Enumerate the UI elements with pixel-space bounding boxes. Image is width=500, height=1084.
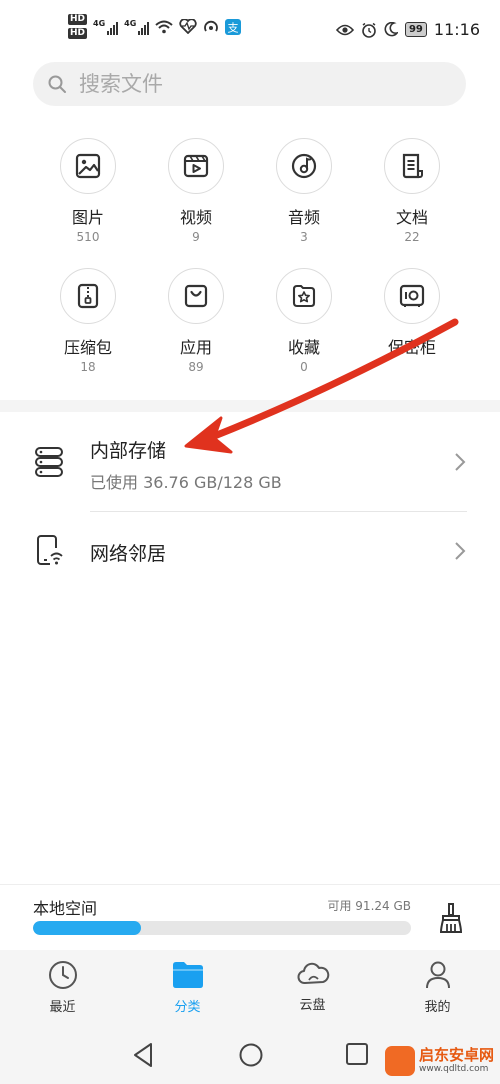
internal-storage-usage: 已使用 36.76 GB/128 GB [90,473,282,492]
watermark-logo-icon [384,1046,415,1076]
category-images[interactable]: 图片 510 [33,138,143,245]
clock-icon [48,961,77,989]
moon-icon [384,22,398,37]
category-name: 视频 [179,208,212,227]
category-archives[interactable]: 压缩包 18 [33,268,143,375]
category-count: 22 [404,230,420,244]
nav-label: 云盘 [299,998,326,1013]
category-apps[interactable]: 应用 89 [141,268,251,375]
image-icon [75,153,101,179]
alarm-icon [362,22,376,38]
network-neighbors-title: 网络邻居 [90,543,167,565]
chevron-right-icon [455,453,466,471]
category-name: 图片 [71,208,104,227]
signal-icon: 4G [93,19,119,35]
phone-wifi-icon [37,535,63,565]
section-divider [0,884,500,885]
archive-icon [77,283,99,309]
hotspot-icon [204,20,219,32]
category-count: 510 [76,230,100,244]
category-documents[interactable]: 文档 22 [357,138,467,245]
category-count: 0 [300,360,308,374]
storage-progress-bar [33,921,411,935]
local-space-free: 可用 91.24 GB [327,899,411,913]
person-icon [425,961,450,989]
alipay-icon: 支 [225,18,242,35]
hd-badge: HD [68,14,88,25]
video-icon [183,154,209,178]
status-left: HD HD 4G 4G 支 [68,14,242,39]
chevron-right-icon [455,542,466,560]
nav-label: 我的 [424,1000,451,1015]
search-bar[interactable] [33,62,466,106]
category-count: 9 [192,230,200,244]
safe-icon [399,284,425,307]
status-bar: HD HD 4G 4G 支 99 11:16 [0,0,500,52]
nav-mine[interactable]: 我的 [375,950,500,1028]
nav-cloud[interactable]: 云盘 [250,950,375,1028]
category-audio[interactable]: 音频 3 [249,138,359,245]
watermark-url: www.qdltd.com [418,1064,489,1074]
bottom-navigation: 最近 分类 云盘 我的 [0,950,500,1028]
wifi-icon [155,20,173,33]
category-count: 18 [80,360,96,374]
category-favorites[interactable]: 收藏 0 [249,268,359,375]
battery-indicator: 99 [404,22,427,37]
app-bag-icon [184,284,208,308]
watermark-title: 启东安卓网 [418,1046,494,1064]
clock-time: 11:16 [433,20,480,39]
hd-badge: HD [68,28,88,39]
heart-rate-icon [179,19,197,34]
search-icon [48,75,66,93]
folder-icon [172,962,203,988]
nav-label: 最近 [49,1000,76,1015]
eye-icon [335,24,354,35]
internal-storage-row[interactable]: 内部存储 已使用 36.76 GB/128 GB [0,412,500,512]
category-name: 文档 [395,208,428,227]
audio-icon [291,153,317,179]
category-name: 音频 [287,208,320,227]
home-icon[interactable] [238,1042,264,1068]
favorite-star-icon [292,284,316,308]
section-divider [0,400,500,412]
category-name: 应用 [179,338,212,357]
back-icon[interactable] [132,1042,154,1068]
category-safe[interactable]: 保密柜 [357,268,467,359]
internal-storage-title: 内部存储 [90,440,167,462]
nav-label: 分类 [174,1000,201,1015]
category-count: 89 [188,360,204,374]
local-space-label: 本地空间 [33,899,98,918]
document-icon [402,153,423,179]
category-name: 保密柜 [387,338,436,357]
category-name: 收藏 [287,338,320,357]
storage-icon [35,447,63,477]
signal-icon: 4G [124,19,150,35]
nav-categories[interactable]: 分类 [125,950,250,1028]
category-name: 压缩包 [63,338,112,357]
status-right: 99 11:16 [335,20,480,39]
network-neighbors-row[interactable]: 网络邻居 [0,512,500,590]
svg-text:支: 支 [228,21,239,34]
recents-icon[interactable] [345,1042,369,1066]
nav-recent[interactable]: 最近 [0,950,125,1028]
watermark: 启东安卓网 www.qdltd.com [384,1046,494,1076]
storage-progress-fill [33,921,142,935]
category-count: 3 [300,230,308,244]
broom-icon [439,903,463,933]
search-input[interactable] [79,72,419,96]
clean-button[interactable] [436,900,466,936]
category-videos[interactable]: 视频 9 [141,138,251,245]
cloud-icon [297,962,329,984]
